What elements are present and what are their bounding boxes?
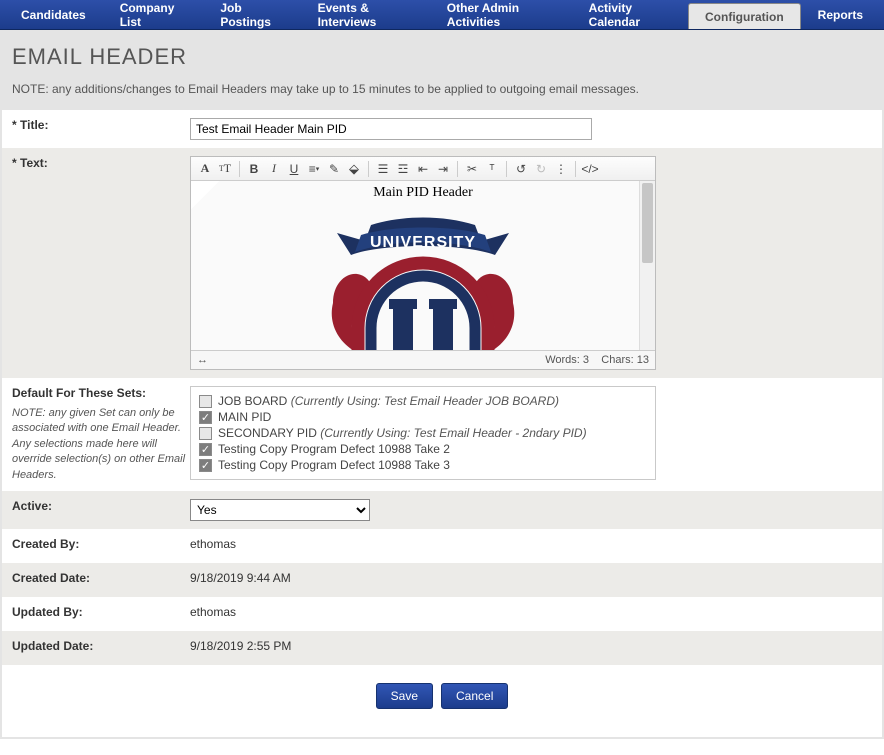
sets-list: JOB BOARD (Currently Using: Test Email H… [190,386,656,480]
checkbox-icon[interactable] [199,427,212,440]
sets-note: NOTE: any given Set can only be associat… [12,406,190,483]
italic-icon[interactable]: I [264,160,284,178]
words-value: 3 [583,354,589,366]
set-row-secondary-pid[interactable]: SECONDARY PID (Currently Using: Test Ema… [199,425,647,441]
active-select[interactable]: Yes [190,499,370,521]
editor-content[interactable]: Main PID Header [191,181,655,351]
set-name: SECONDARY PID [218,426,317,440]
text-color-icon[interactable]: ✎ [324,160,344,178]
save-button[interactable]: Save [376,683,433,709]
set-meta: (Currently Using: Test Email Header JOB … [291,394,559,408]
set-name: JOB BOARD [218,394,287,408]
checkbox-icon[interactable] [199,395,212,408]
align-icon[interactable]: ≡▾ [304,160,324,178]
checkbox-checked-icon[interactable]: ✓ [199,411,212,424]
editor-toolbar: A TT B I U ≡▾ ✎ ⬙ ☰ ☲ ⇤ ⇥ ✂ ᵀ [191,157,655,181]
chars-value: 13 [637,354,649,366]
font-family-icon[interactable]: A [195,160,215,178]
undo-icon[interactable]: ↺ [511,160,531,178]
updated-by-value: ethomas [190,605,872,623]
editor-heading-text: Main PID Header [191,185,655,201]
words-label: Words: [545,354,580,366]
created-date-label: Created Date: [12,571,190,589]
set-row-testing-take-3[interactable]: ✓ Testing Copy Program Defect 10988 Take… [199,457,647,473]
checkbox-checked-icon[interactable]: ✓ [199,443,212,456]
numbered-list-icon[interactable]: ☲ [393,160,413,178]
tab-other-admin[interactable]: Other Admin Activities [430,0,572,29]
active-label: Active: [12,499,190,521]
set-row-testing-take-2[interactable]: ✓ Testing Copy Program Defect 10988 Take… [199,441,647,457]
created-by-label: Created By: [12,537,190,555]
editor-scrollbar[interactable] [639,181,655,350]
tab-candidates[interactable]: Candidates [4,0,103,29]
checkbox-checked-icon[interactable]: ✓ [199,459,212,472]
editor-statusbar: ↔ Words: 3 Chars: 13 [191,351,655,369]
outdent-icon[interactable]: ⇤ [413,160,433,178]
set-name: MAIN PID [218,410,271,424]
title-input[interactable] [190,118,592,140]
updated-date-label: Updated Date: [12,639,190,657]
set-name: Testing Copy Program Defect 10988 Take 2 [218,442,450,456]
header-note: NOTE: any additions/changes to Email Hea… [12,82,872,96]
bullet-list-icon[interactable]: ☰ [373,160,393,178]
fill-color-icon[interactable]: ⬙ [344,160,364,178]
tab-configuration[interactable]: Configuration [688,3,801,29]
font-size-icon[interactable]: TT [215,160,235,178]
redo-icon[interactable]: ↻ [531,160,551,178]
cancel-button[interactable]: Cancel [441,683,508,709]
bold-icon[interactable]: B [244,160,264,178]
indent-icon[interactable]: ⇥ [433,160,453,178]
code-view-icon[interactable]: </> [580,160,600,178]
sets-label: Default For These Sets: [12,386,190,400]
set-name: Testing Copy Program Defect 10988 Take 3 [218,458,450,472]
logo-banner-text: UNIVERSITY [370,234,476,251]
page-title: EMAIL HEADER [12,44,872,70]
cut-icon[interactable]: ✂ [462,160,482,178]
tab-events-interviews[interactable]: Events & Interviews [301,0,430,29]
format-paint-icon[interactable]: ᵀ [482,160,502,178]
resize-handle-icon[interactable]: ↔ [197,354,209,366]
more-icon[interactable]: ⋮ [551,160,571,178]
text-label: * Text: [12,156,190,170]
set-row-job-board[interactable]: JOB BOARD (Currently Using: Test Email H… [199,393,647,409]
rich-text-editor: A TT B I U ≡▾ ✎ ⬙ ☰ ☲ ⇤ ⇥ ✂ ᵀ [190,156,656,370]
set-meta: (Currently Using: Test Email Header - 2n… [320,426,586,440]
title-label: * Title: [12,118,190,140]
tab-company-list[interactable]: Company List [103,0,204,29]
set-row-main-pid[interactable]: ✓ MAIN PID [199,409,647,425]
updated-date-value: 9/18/2019 2:55 PM [190,639,872,657]
underline-icon[interactable]: U [284,160,304,178]
created-by-value: ethomas [190,537,872,555]
action-bar: Save Cancel [2,665,882,737]
logo-image: UNIVERSITY [191,213,655,351]
updated-by-label: Updated By: [12,605,190,623]
tab-job-postings[interactable]: Job Postings [203,0,300,29]
created-date-value: 9/18/2019 9:44 AM [190,571,872,589]
tab-reports[interactable]: Reports [801,0,880,29]
chars-label: Chars: [601,354,633,366]
top-nav: Candidates Company List Job Postings Eve… [0,0,884,30]
tab-activity-calendar[interactable]: Activity Calendar [572,0,688,29]
